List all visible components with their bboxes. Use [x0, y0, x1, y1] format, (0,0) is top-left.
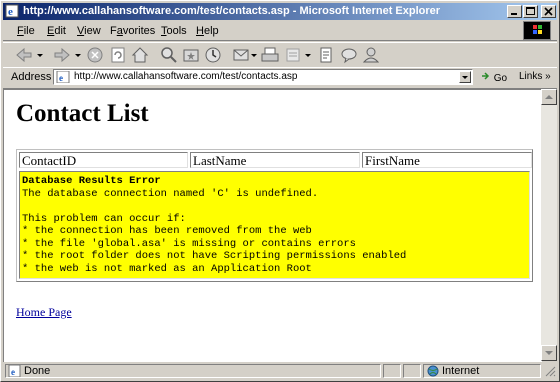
back-dropdown-icon[interactable]: [36, 45, 44, 65]
messenger-icon[interactable]: [339, 45, 359, 65]
chevron-down-icon: [462, 76, 468, 79]
scroll-up-button[interactable]: [541, 89, 557, 105]
history-icon[interactable]: [203, 45, 223, 65]
status-pane-blank-1: [383, 364, 401, 378]
menu-bar: File Edit View Favorites Tools Help: [3, 21, 557, 41]
svg-text:e: e: [8, 6, 13, 18]
column-header-lastname: LastName: [190, 152, 360, 168]
menu-help[interactable]: Help: [196, 24, 219, 38]
zone-text: Internet: [442, 365, 480, 377]
standard-toolbar: [3, 42, 557, 68]
menu-favorites[interactable]: Favorites: [110, 24, 155, 38]
go-button[interactable]: Go: [481, 71, 507, 84]
address-url: http://www.callahansoftware.com/test/con…: [74, 71, 298, 82]
resize-grip-icon[interactable]: [544, 365, 556, 377]
scroll-down-button[interactable]: [541, 345, 557, 361]
refresh-icon[interactable]: [108, 45, 128, 65]
page-icon: e: [56, 71, 70, 83]
close-icon: [544, 7, 553, 16]
ie-logo-icon: e: [5, 4, 19, 18]
windows-logo-icon: [523, 21, 551, 40]
error-line: This problem can occur if:: [22, 212, 186, 225]
error-line: * the web is not marked as an Applicatio…: [22, 262, 312, 275]
svg-text:e: e: [11, 367, 15, 377]
address-input[interactable]: e http://www.callahansoftware.com/test/c…: [53, 69, 473, 85]
search-icon[interactable]: [159, 45, 179, 65]
edit-icon[interactable]: [283, 45, 303, 65]
status-main-pane: e Done: [5, 364, 381, 378]
edit-dropdown-icon[interactable]: [304, 45, 312, 65]
links-button[interactable]: Links »: [519, 71, 551, 82]
error-line: * the connection has been removed from t…: [22, 225, 312, 237]
mail-icon[interactable]: [231, 45, 251, 65]
column-header-contactid: ContactID: [19, 152, 188, 168]
maximize-icon: [526, 7, 535, 15]
status-pane-blank-2: [403, 364, 421, 378]
error-line: * the file 'global.asa' is missing or co…: [22, 237, 356, 250]
home-icon[interactable]: [130, 45, 150, 65]
menu-file[interactable]: File: [17, 24, 35, 38]
address-bar: Address e http://www.callahansoftware.co…: [3, 67, 557, 89]
arrow-down-icon: [545, 351, 553, 355]
menu-tools[interactable]: Tools: [161, 24, 187, 38]
close-button[interactable]: [541, 5, 556, 18]
forward-dropdown-icon[interactable]: [74, 45, 82, 65]
status-text: Done: [24, 365, 51, 377]
error-line: * the root folder does not have Scriptin…: [22, 250, 407, 262]
contact-table: ContactID LastName FirstName Database Re…: [16, 149, 533, 282]
menu-edit[interactable]: Edit: [47, 24, 66, 38]
error-line: The database connection named 'C' is und…: [22, 187, 319, 200]
favorites-icon[interactable]: [181, 45, 201, 65]
user-icon[interactable]: [361, 45, 381, 65]
go-label: Go: [493, 73, 508, 84]
print-icon[interactable]: [260, 45, 280, 65]
maximize-button[interactable]: [523, 5, 538, 18]
vertical-scrollbar[interactable]: [541, 89, 557, 361]
page-heading: Contact List: [16, 100, 149, 127]
column-header-firstname: FirstName: [362, 152, 532, 168]
arrow-up-icon: [545, 95, 553, 99]
globe-icon: [427, 365, 439, 377]
discuss-icon[interactable]: [316, 45, 336, 65]
svg-text:e: e: [59, 73, 63, 83]
status-zone-pane: Internet: [423, 364, 541, 378]
browser-window: e http://www.callahansoftware.com/test/c…: [0, 0, 560, 382]
error-title: Database Results Error: [22, 175, 161, 187]
stop-icon[interactable]: [85, 45, 105, 65]
minimize-button[interactable]: [507, 5, 522, 18]
home-page-link[interactable]: Home Page: [16, 305, 72, 320]
window-title: http://www.callahansoftware.com/test/con…: [23, 5, 441, 17]
title-bar: e http://www.callahansoftware.com/test/c…: [3, 3, 557, 20]
address-dropdown-button[interactable]: [459, 71, 471, 83]
page-done-icon: e: [8, 365, 21, 377]
address-label: Address: [11, 71, 52, 83]
status-bar: e Done Internet: [3, 363, 557, 379]
table-header-row: ContactID LastName FirstName: [17, 150, 532, 170]
go-arrow-icon: [482, 72, 490, 80]
database-error-box: Database Results Error The database conn…: [19, 171, 530, 279]
back-icon[interactable]: [13, 45, 35, 65]
mail-dropdown-icon[interactable]: [250, 45, 258, 65]
forward-icon[interactable]: [51, 45, 73, 65]
minimize-icon: [511, 13, 517, 15]
page-content: Contact List ContactID LastName FirstNam…: [3, 89, 542, 362]
menu-view[interactable]: View: [77, 24, 101, 38]
